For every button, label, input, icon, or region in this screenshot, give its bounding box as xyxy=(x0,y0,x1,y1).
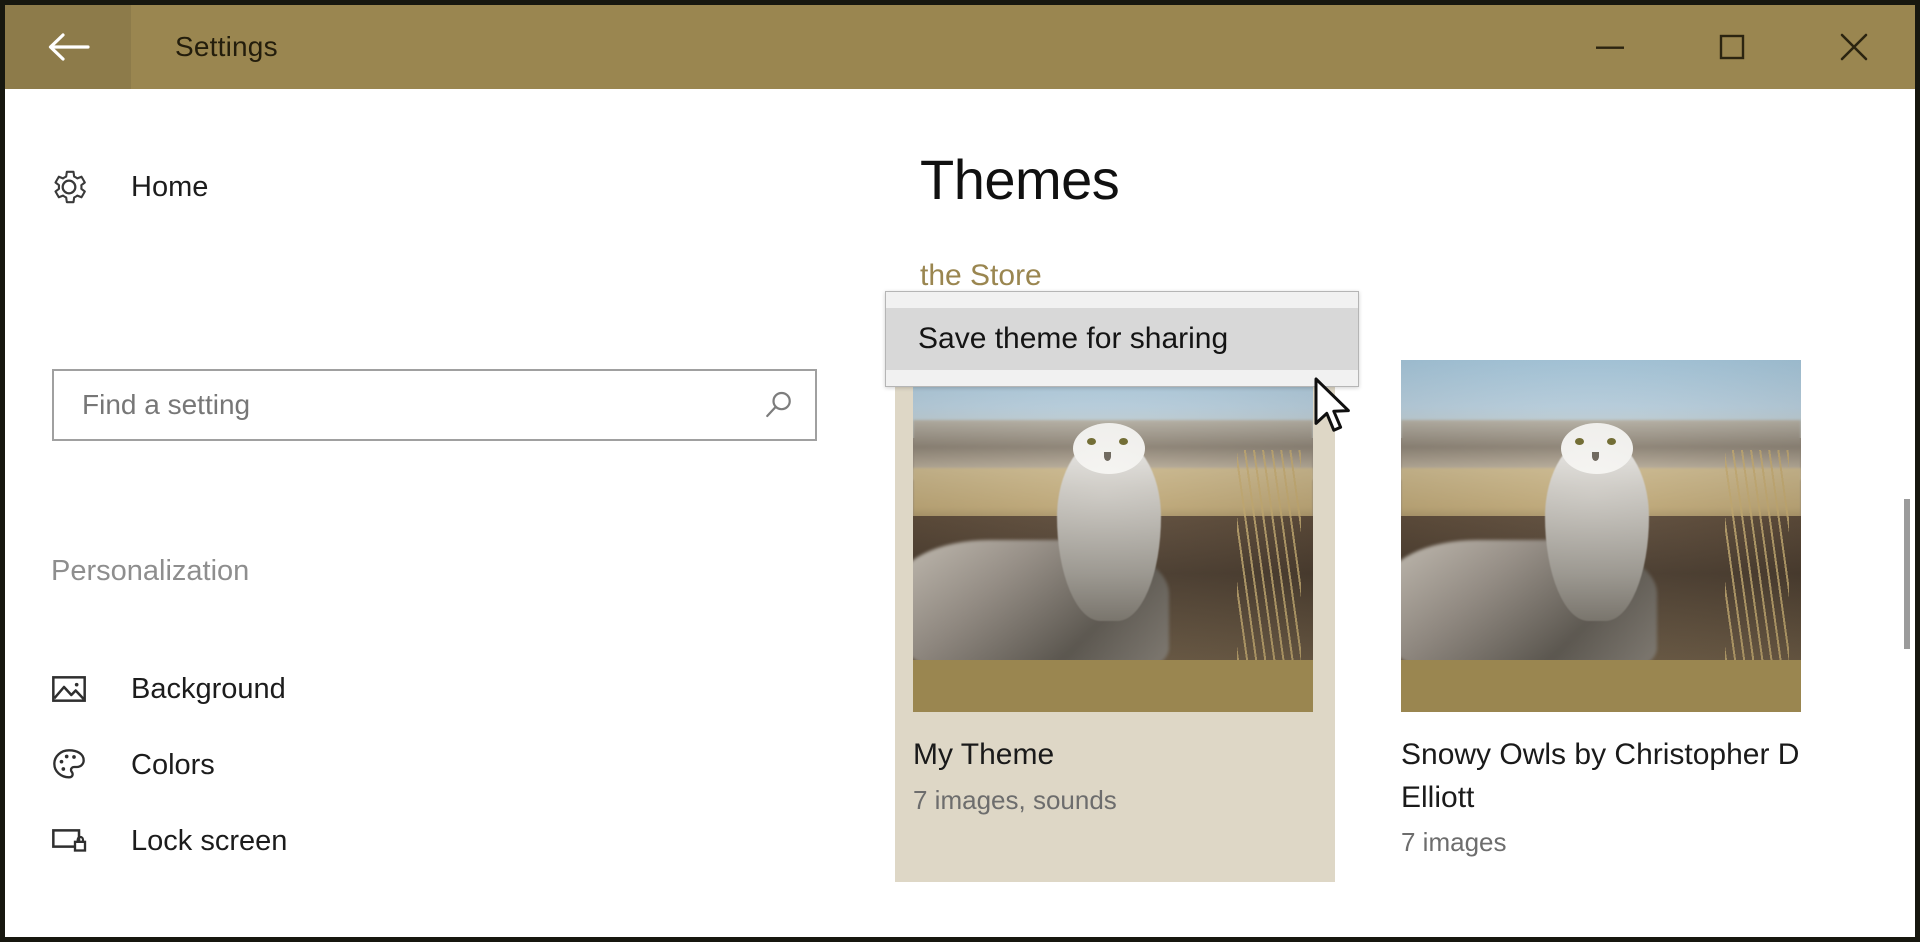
arrow-left-icon xyxy=(46,30,90,64)
minimize-icon xyxy=(1593,40,1627,54)
maximize-icon xyxy=(1717,32,1747,62)
sidebar-item-label: Lock screen xyxy=(131,824,288,857)
settings-window: Settings Home Find a setting Personaliza… xyxy=(0,0,1920,942)
minimize-button[interactable] xyxy=(1549,5,1671,89)
theme-accent-bar xyxy=(913,660,1313,712)
theme-thumbnail xyxy=(1401,360,1801,660)
menu-item-label: Save theme for sharing xyxy=(918,322,1229,355)
window-body: Home Personalization xyxy=(5,89,1915,937)
context-menu: Save theme for sharing xyxy=(885,291,1359,387)
sidebar-item-label: Colors xyxy=(131,748,215,781)
window-controls xyxy=(1549,5,1915,89)
sidebar-item-label: Background xyxy=(131,672,286,705)
theme-thumbnail xyxy=(913,360,1313,660)
sidebar-section-label: Personalization xyxy=(51,555,250,587)
themes-content-pane: Themes the Store My Theme 7 images, soun… xyxy=(885,89,1915,937)
page-title: Themes xyxy=(920,148,1120,211)
theme-card-my-theme[interactable]: My Theme 7 images, sounds xyxy=(895,342,1335,883)
store-link[interactable]: the Store xyxy=(920,259,1042,293)
search-icon[interactable] xyxy=(751,371,807,439)
close-icon xyxy=(1838,31,1870,63)
theme-card-title: My Theme xyxy=(913,738,1055,771)
window-title: Settings xyxy=(175,31,278,62)
menu-item-save-theme-for-sharing[interactable]: Save theme for sharing xyxy=(886,308,1358,370)
sidebar-item-label: Home xyxy=(131,170,209,203)
lock-screen-icon xyxy=(49,821,101,861)
thumbnail-shading xyxy=(913,360,1313,660)
back-button[interactable] xyxy=(5,5,131,89)
theme-card-title: Snowy Owls by Christopher D Elliott xyxy=(1401,738,1800,814)
close-button[interactable] xyxy=(1793,5,1915,89)
maximize-button[interactable] xyxy=(1671,5,1793,89)
theme-card-grid: My Theme 7 images, sounds Snowy Owls by … xyxy=(895,342,1823,883)
sidebar-item-colors[interactable]: Colors xyxy=(5,727,885,803)
theme-card-subtitle: 7 images, sounds xyxy=(913,784,1117,815)
search-input[interactable] xyxy=(54,371,815,439)
settings-sidebar: Home Personalization xyxy=(5,89,885,937)
thumbnail-shading xyxy=(1401,360,1801,660)
gear-icon xyxy=(49,167,101,207)
search-box[interactable] xyxy=(52,369,817,441)
scrollbar-thumb[interactable] xyxy=(1904,499,1910,649)
theme-card-snowy-owls[interactable]: Snowy Owls by Christopher D Elliott 7 im… xyxy=(1383,342,1823,882)
search-field-container xyxy=(52,369,817,441)
titlebar-drag-area[interactable] xyxy=(278,5,1549,89)
palette-icon xyxy=(49,745,101,785)
sidebar-item-home[interactable]: Home xyxy=(5,149,885,225)
picture-icon xyxy=(49,669,101,709)
theme-accent-bar xyxy=(1401,660,1801,712)
sidebar-item-background[interactable]: Background xyxy=(5,651,885,727)
theme-card-subtitle: 7 images xyxy=(1401,827,1507,858)
sidebar-nav-list: Background Colors Lock screen xyxy=(5,651,885,879)
title-bar: Settings xyxy=(5,5,1915,89)
sidebar-item-lock-screen[interactable]: Lock screen xyxy=(5,803,885,879)
content-scrollbar[interactable] xyxy=(1899,89,1915,937)
